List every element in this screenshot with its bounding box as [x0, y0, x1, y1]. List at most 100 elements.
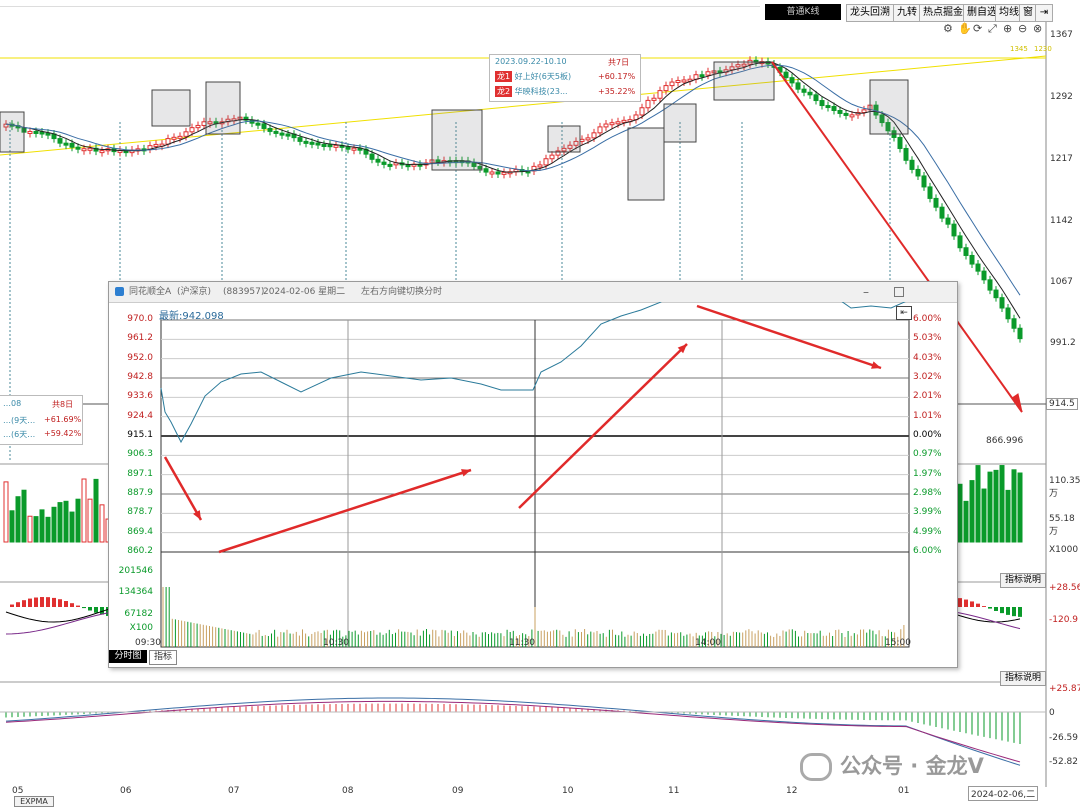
candle-body [952, 224, 956, 236]
kline-type-select[interactable]: 普通K线 [765, 4, 841, 20]
volume-tick: 134364 [109, 587, 153, 597]
candle-body [544, 159, 548, 165]
candle-body [898, 137, 902, 148]
candle-body [304, 141, 308, 143]
price-tick: 1142 [1050, 216, 1073, 226]
nine-turn-button[interactable]: 九转 [893, 4, 921, 22]
volume-bar [58, 503, 62, 542]
price-tick: 991.2 [1050, 338, 1076, 348]
candle-body [706, 72, 710, 75]
volume-bar [964, 501, 968, 542]
indicator-help-button-2[interactable]: 指标说明 [1000, 671, 1046, 686]
intraday-popup[interactable]: 同花顺全A (沪深京) (883957) 2024-02-06 星期二 左右方向… [108, 281, 958, 668]
volume-bar [1006, 490, 1010, 542]
candle-body [580, 139, 584, 141]
maximize-icon[interactable] [894, 287, 904, 297]
candle-body [34, 131, 38, 133]
latest-price: 最新:942.098 [159, 307, 224, 322]
candle-body [922, 176, 926, 187]
volume-tick: 55.18万 [1049, 514, 1080, 537]
intraday-chart[interactable] [109, 302, 957, 667]
tab-intraday[interactable]: 分时图 [109, 650, 147, 663]
top-toolbar: 普通K线 龙头回溯 九转 热点掘金 删自选 均线 窗 ⇥ [0, 0, 1080, 22]
collapse-icon[interactable]: ⇥ [1035, 4, 1053, 22]
indicator-bar [982, 606, 986, 607]
volume-bar [22, 490, 26, 542]
dragon-tag: 龙1 [495, 71, 512, 82]
candle-body [820, 101, 824, 106]
minimize-icon[interactable]: – [863, 282, 869, 302]
trendline-label: 1230 [1034, 45, 1052, 53]
candle-body [958, 236, 962, 248]
candle-body [586, 138, 590, 140]
info-range: …08 [3, 399, 21, 408]
candle-body [76, 147, 80, 149]
volume-bar [994, 470, 998, 542]
candle-body [64, 143, 68, 145]
volume-tick: 67182 [109, 609, 153, 619]
candle-body [376, 159, 380, 162]
indicator-help-button[interactable]: 指标说明 [1000, 573, 1046, 588]
wechat-icon [800, 753, 832, 781]
pct-tick: 0.00% [913, 430, 942, 440]
price-tick: 887.9 [109, 488, 153, 498]
candle-body [1018, 328, 1022, 338]
dragon-info-box: 2023.09.22-10.10 共7日 龙1 好上好(6天5板) +60.17… [489, 54, 641, 102]
watermark: 公众号 · 金龙V [800, 748, 1080, 788]
highlight-box [152, 90, 190, 126]
popup-title-bar[interactable]: 同花顺全A (沪深京) (883957) 2024-02-06 星期二 左右方向… [109, 282, 957, 303]
price-tick: 860.2 [109, 546, 153, 556]
indicator-bar [82, 607, 86, 608]
macd-tick: -26.59 [1049, 733, 1078, 743]
volume-tick: 201546 [109, 566, 153, 576]
candle-body [484, 169, 488, 172]
candle-body [700, 75, 704, 77]
candle-body [1006, 308, 1010, 319]
volume-bar [1012, 470, 1016, 542]
price-tick: 878.7 [109, 507, 153, 517]
candle-body [82, 149, 86, 151]
highlight-box [714, 62, 774, 100]
candle-body [826, 106, 830, 108]
indicator-bar [1006, 607, 1010, 615]
stock-name: 华映科技(23... [515, 87, 568, 96]
candle-body [346, 147, 350, 149]
candle-body [598, 127, 602, 133]
stock-name: …(9天… [3, 415, 35, 426]
date-tick: 12 [786, 786, 797, 796]
pct-tick: 6.00% [913, 546, 942, 556]
volume-bar [76, 499, 80, 542]
volume-bar [1018, 473, 1022, 542]
candle-body [280, 133, 284, 135]
candle-body [1012, 319, 1016, 328]
time-tick: 14:00 [695, 638, 721, 648]
index-name: 同花顺全A [129, 282, 171, 302]
stock-change: +60.17% [598, 72, 635, 81]
candle-body [838, 111, 842, 114]
price-tick: 942.8 [109, 372, 153, 382]
macd-tick: +25.87 [1049, 684, 1080, 694]
candle-body [322, 144, 326, 146]
dragon-review-button[interactable]: 龙头回溯 [846, 4, 894, 22]
price-tick: 952.0 [109, 353, 153, 363]
candle-body [256, 123, 260, 125]
candle-body [604, 124, 608, 127]
candle-body [850, 115, 854, 117]
candle-body [370, 154, 374, 159]
indicator-tick: +28.56 [1049, 583, 1080, 593]
back-arrow-icon[interactable]: ⇤ [896, 306, 912, 320]
candle-body [286, 134, 290, 136]
candle-body [40, 132, 44, 134]
hot-spot-button[interactable]: 热点掘金 [919, 4, 967, 22]
candle-body [310, 142, 314, 144]
volume-bar [982, 489, 986, 542]
tab-indicator[interactable]: 指标 [149, 650, 177, 665]
candle-body [184, 132, 188, 137]
volume-bar [46, 517, 50, 542]
price-tick: 970.0 [109, 314, 153, 324]
expma-tab[interactable]: EXPMA [14, 796, 54, 807]
pct-tick: 4.03% [913, 353, 942, 363]
volume-bar [4, 482, 8, 542]
volume-bar [100, 505, 104, 542]
current-date-tag: 2024-02-06,二 [968, 786, 1038, 801]
